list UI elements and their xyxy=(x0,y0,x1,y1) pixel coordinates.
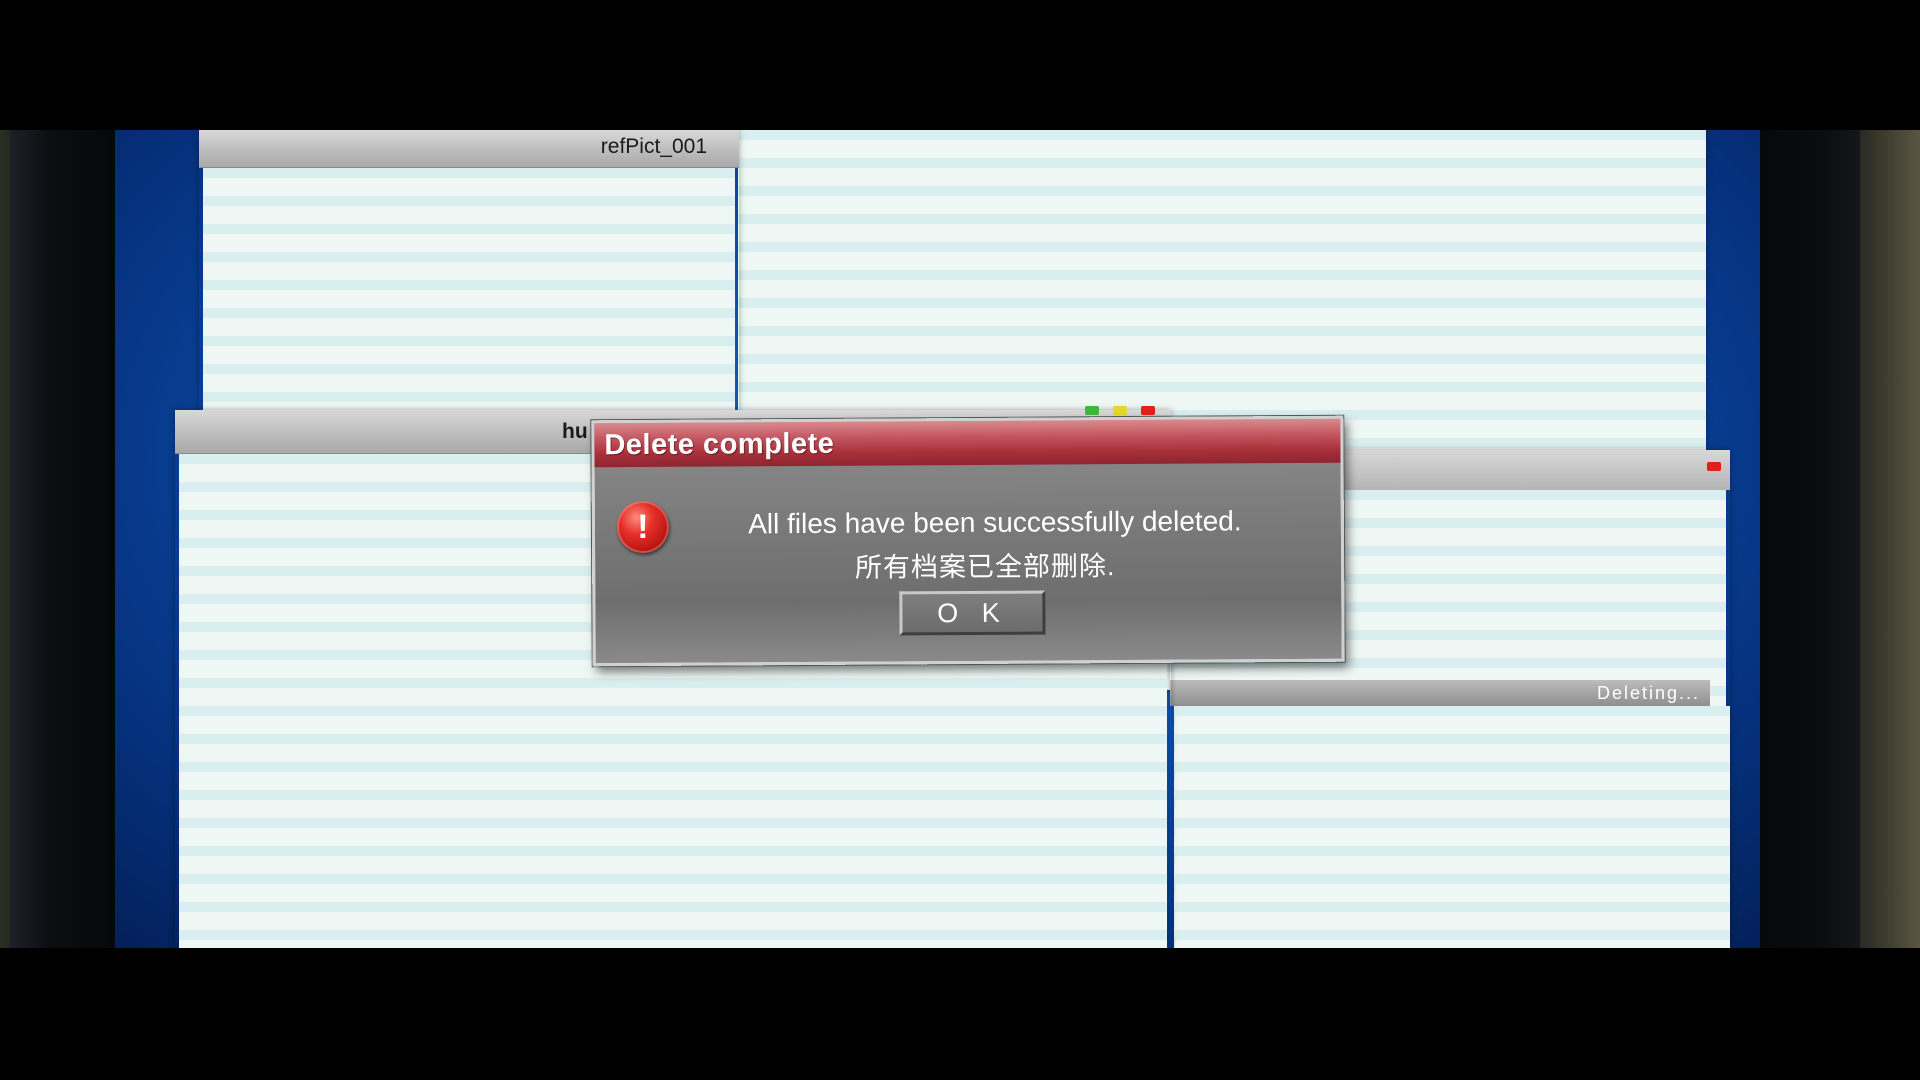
letterbox-bottom xyxy=(0,948,1920,1080)
delete-complete-dialog: Delete complete ! All files have been su… xyxy=(591,415,1345,667)
ok-button[interactable]: O K xyxy=(899,590,1046,636)
deleting-status-bar: Deleting... xyxy=(1170,680,1710,706)
refpict-window-titlebar[interactable]: refPict_001 xyxy=(199,130,739,168)
main-window-title: hu xyxy=(562,420,588,443)
monitor-bezel-right xyxy=(1760,130,1860,948)
exclamation-icon: ! xyxy=(616,500,670,554)
maximize-light-icon[interactable] xyxy=(1113,406,1127,415)
letterbox-top xyxy=(0,0,1920,130)
dialog-message-english: All files have been successfully deleted… xyxy=(748,505,1242,540)
deleting-lower-content xyxy=(1175,706,1730,948)
dialog-message-chinese: 所有档案已全部删除. xyxy=(854,551,1116,583)
dialog-title: Delete complete xyxy=(594,418,1341,468)
monitor-bezel-left xyxy=(10,130,115,948)
minimize-light-icon[interactable] xyxy=(1085,406,1099,415)
close-light-icon[interactable] xyxy=(1141,406,1155,415)
refpict-window-title: refPict_001 xyxy=(600,135,707,158)
close-light-icon[interactable] xyxy=(1707,462,1721,471)
deleting-status-text: Deleting... xyxy=(1596,683,1700,703)
